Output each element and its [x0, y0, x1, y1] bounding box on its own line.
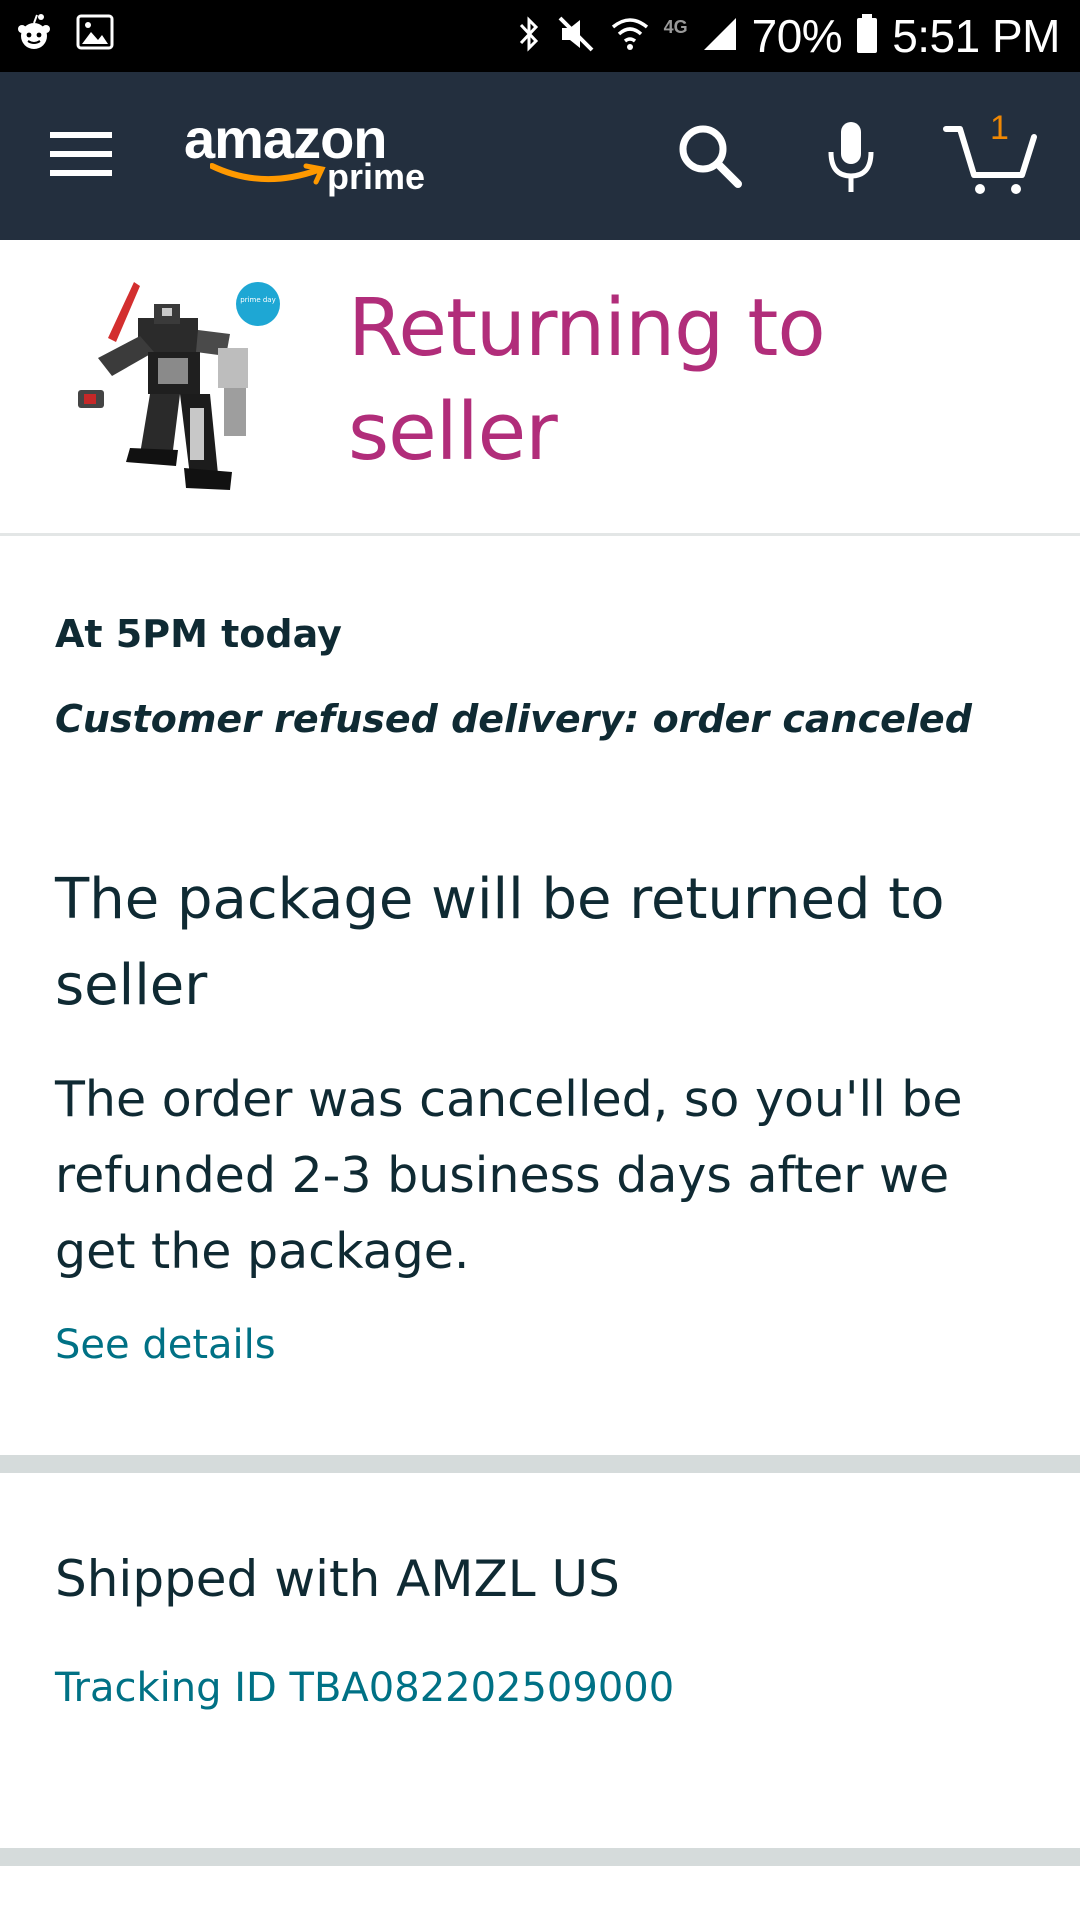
search-icon — [679, 125, 742, 188]
signal-icon — [702, 16, 738, 56]
gallery-icon — [76, 14, 114, 54]
carrier-info: Shipped with AMZL US — [55, 1550, 620, 1608]
product-status-section: prime day Returning to seller — [0, 240, 1080, 536]
logo-prime: prime — [327, 156, 426, 197]
hamburger-icon — [50, 132, 112, 176]
section-divider — [0, 1848, 1080, 1866]
network-type: 4G — [663, 16, 688, 37]
badge-text: prime day — [240, 296, 276, 304]
bluetooth-icon — [516, 15, 542, 57]
clock: 5:51 PM — [892, 10, 1060, 62]
microphone-icon — [828, 122, 874, 192]
prime-day-badge — [236, 282, 280, 326]
smile-arrow-icon — [210, 163, 326, 185]
shipment-status-title: Returning to seller — [348, 282, 826, 478]
search-button[interactable] — [675, 121, 745, 191]
app-header: amazon prime 1 — [0, 72, 1080, 240]
return-heading: The package will be returned to seller — [55, 867, 945, 1018]
menu-button[interactable] — [50, 130, 114, 178]
mute-icon — [556, 14, 596, 58]
section-divider — [0, 1455, 1080, 1473]
status-bar-right: 4G 70% 5:51 PM — [516, 0, 1060, 72]
cart-button[interactable]: 1 — [942, 109, 1038, 197]
tracking-id-link[interactable]: Tracking ID TBA082202509000 — [55, 1665, 674, 1711]
amazon-prime-logo[interactable]: amazon prime — [184, 106, 434, 216]
status-bar: 4G 70% 5:51 PM — [0, 0, 1080, 72]
wifi-icon — [610, 15, 650, 57]
status-bar-left — [14, 12, 114, 56]
voice-search-button[interactable] — [825, 120, 877, 196]
cart-count-badge: 1 — [990, 109, 1009, 147]
see-details-link[interactable]: See details — [55, 1322, 276, 1368]
refund-message: The order was cancelled, so you'll be re… — [55, 1071, 963, 1280]
event-time: At 5PM today — [55, 612, 342, 656]
battery-percent: 70% — [751, 10, 843, 62]
battery-icon — [856, 14, 878, 58]
reddit-icon — [14, 12, 54, 56]
product-image[interactable]: prime day — [68, 278, 288, 498]
event-description: Customer refused delivery: order cancele… — [55, 697, 972, 741]
